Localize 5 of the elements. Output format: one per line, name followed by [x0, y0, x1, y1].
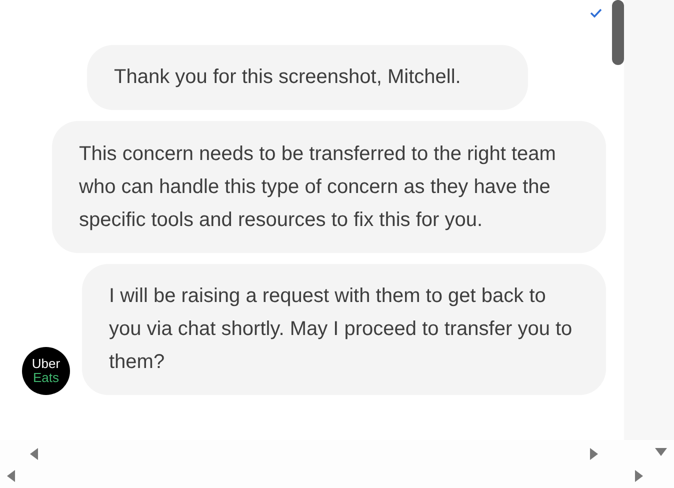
logo-text: Uber — [32, 357, 60, 371]
message-bubble: I will be raising a request with them to get back to you via chat shortly. May I proceed to transfer you to them? — [82, 264, 606, 395]
message-bubble: This concern needs to be transferred to the right team who can handle this type of concern as they have the specific tools and resources to fix this for you. — [52, 121, 606, 253]
message-bubble: Thank you for this screenshot, Mitchell. — [87, 45, 528, 110]
logo-text: Eats — [32, 371, 59, 385]
